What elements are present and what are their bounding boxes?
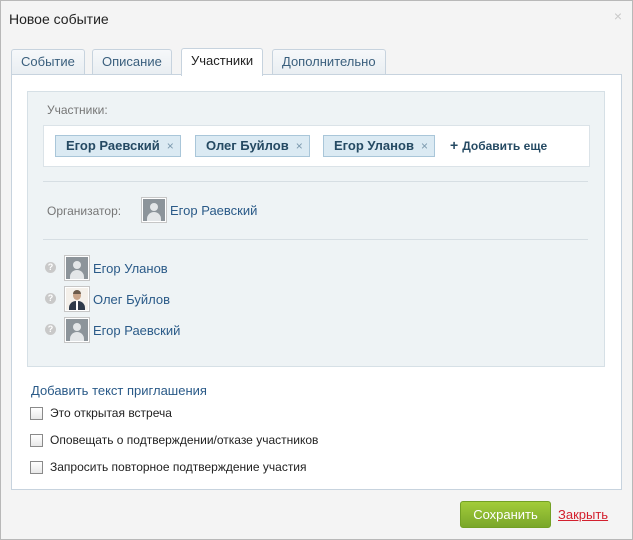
participant-chip-name: Егор Уланов [334,138,414,153]
question-icon: ? [45,262,56,273]
open-meeting-checkbox[interactable] [30,407,43,420]
tab-description[interactable]: Описание [92,49,172,74]
organizer-avatar [141,197,167,223]
participant-chip-name: Егор Раевский [66,138,160,153]
dialog-title: Новое событие [9,11,109,27]
participants-chips-field[interactable]: Егор Раевский × Олег Буйлов × Егор Уланов ×… [43,125,590,167]
user-photo [66,288,88,310]
notify-confirmation-checkbox[interactable] [30,434,43,447]
remove-chip-icon[interactable]: × [421,139,428,153]
add-more-label: Добавить еще [462,139,548,153]
organizer-label: Организатор: [47,204,122,218]
attendee-avatar [64,286,90,312]
close-link[interactable]: Закрыть [558,507,608,522]
reconfirm-label: Запросить повторное подтверждение участи… [50,460,307,474]
tab-additional[interactable]: Дополнительно [272,49,386,74]
user-placeholder-icon [143,199,165,221]
open-meeting-label: Это открытая встреча [50,406,172,420]
tab-participants[interactable]: Участники [181,48,264,76]
divider [43,181,588,182]
question-icon: ? [45,293,56,304]
new-event-dialog: Новое событие × Событие Описание Участни… [0,0,633,540]
participants-box: Участники: Егор Раевский × Олег Буйлов × Е… [27,91,605,367]
attendee-name-link[interactable]: Егор Раевский [93,323,180,338]
user-placeholder-icon [66,319,88,341]
participant-chip-name: Олег Буйлов [206,138,289,153]
add-invitation-text-link[interactable]: Добавить текст приглашения [31,383,207,398]
attendee-name-link[interactable]: Олег Буйлов [93,292,170,307]
divider [43,239,588,240]
participant-chip[interactable]: Егор Раевский × [55,135,181,157]
plus-icon: + [450,137,459,153]
user-placeholder-icon [66,257,88,279]
attendee-avatar [64,255,90,281]
notify-confirmation-label: Оповещать о подтверждении/отказе участни… [50,433,319,447]
close-icon[interactable]: × [614,9,622,23]
participant-chip[interactable]: Олег Буйлов × [195,135,310,157]
participants-label: Участники: [47,103,108,117]
participants-panel: Участники: Егор Раевский × Олег Буйлов × Е… [11,74,622,490]
participant-chip[interactable]: Егор Уланов × [323,135,435,157]
attendee-avatar [64,317,90,343]
question-icon: ? [45,324,56,335]
save-button[interactable]: Сохранить [460,501,551,528]
tab-event[interactable]: Событие [11,49,85,74]
attendee-name-link[interactable]: Егор Уланов [93,261,168,276]
remove-chip-icon[interactable]: × [167,139,174,153]
add-more-link[interactable]: + Добавить еще [450,137,547,153]
organizer-name-link[interactable]: Егор Раевский [170,203,257,218]
remove-chip-icon[interactable]: × [296,139,303,153]
reconfirm-checkbox[interactable] [30,461,43,474]
